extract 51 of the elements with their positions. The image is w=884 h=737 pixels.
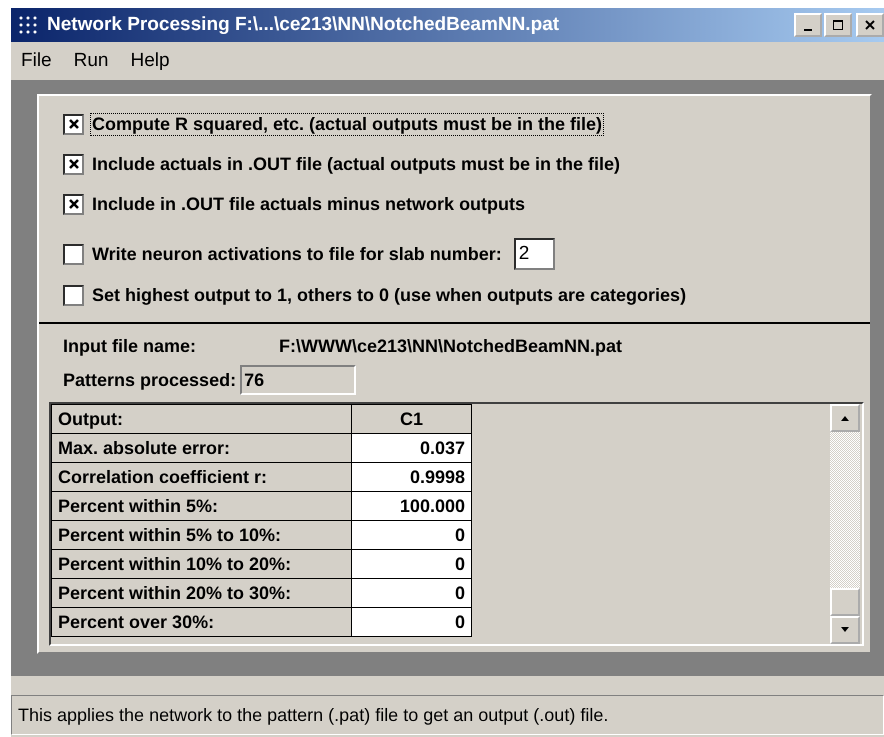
- row-header: Percent within 10% to 20%:: [52, 550, 352, 578]
- checkbox-label[interactable]: Write neuron activations to file for slab number:: [90, 242, 504, 266]
- up-arrow-icon: [839, 414, 851, 422]
- checkbox[interactable]: [63, 154, 84, 174]
- window-title: Network Processing F:\...\ce213\NN\NotchedBeamNN.pat: [47, 14, 560, 36]
- scroll-down-button[interactable]: [830, 616, 860, 644]
- table-cell: 0.9998: [352, 462, 472, 492]
- status-bar: This applies the network to the pattern (.pat) file to get an output (.out) file.: [11, 695, 884, 735]
- checkbox[interactable]: [63, 114, 84, 134]
- close-icon: [864, 19, 876, 31]
- checkbox-label[interactable]: Set highest output to 1, others to 0 (use when outputs are categories): [90, 284, 688, 306]
- scrollbar[interactable]: [830, 404, 860, 644]
- row-header: Percent over 30%:: [52, 608, 352, 636]
- row-header: Percent within 20% to 30%:: [52, 578, 352, 608]
- patterns-field: 76: [240, 365, 356, 395]
- minimize-button[interactable]: [794, 13, 822, 37]
- checkbox[interactable]: [63, 284, 84, 306]
- table-cell: 0: [352, 608, 472, 636]
- table-cell: 100.000: [352, 492, 472, 520]
- input-file-label: Input file name:: [63, 336, 198, 356]
- checkbox-label[interactable]: Include actuals in .OUT file (actual outputs must be in the file): [90, 152, 622, 176]
- cross-mark-icon: [66, 157, 80, 171]
- row-header: Percent within 5% to 10%:: [52, 520, 352, 550]
- slab-number-field[interactable]: 2: [514, 238, 555, 270]
- cross-mark-icon: [66, 197, 80, 211]
- checkbox-label[interactable]: Compute R squared, etc. (actual outputs must be in the file): [90, 112, 604, 136]
- input-file-path: F:\WWW\ce213\NN\NotchedBeamNN.pat: [279, 336, 622, 356]
- row-header: Percent within 5%:: [52, 492, 352, 520]
- scroll-up-button[interactable]: [830, 404, 860, 432]
- checkbox[interactable]: [63, 244, 84, 264]
- menu-item[interactable]: File: [21, 50, 52, 72]
- close-button[interactable]: [856, 13, 884, 37]
- maximize-button[interactable]: [824, 13, 852, 37]
- menu-item[interactable]: Help: [130, 50, 170, 72]
- maximize-icon: [832, 19, 844, 31]
- table-cell: 0: [352, 550, 472, 578]
- table-cell: 0.037: [352, 434, 472, 462]
- table-cell: 0: [352, 520, 472, 550]
- cross-mark-icon: [66, 117, 80, 131]
- column-header: C1: [352, 404, 472, 434]
- menu-item[interactable]: Run: [74, 50, 108, 72]
- checkbox[interactable]: [63, 194, 84, 214]
- patterns-label: Patterns processed:: [63, 370, 236, 390]
- down-arrow-icon: [839, 626, 851, 634]
- minimize-icon: [804, 29, 812, 31]
- table-cell: 0: [352, 578, 472, 608]
- column-header: Output:: [52, 404, 352, 434]
- row-header: Max. absolute error:: [52, 434, 352, 462]
- scroll-thumb[interactable]: [830, 588, 860, 616]
- checkbox-label[interactable]: Include in .OUT file actuals minus network outputs: [90, 192, 528, 216]
- row-header: Correlation coefficient r:: [52, 462, 352, 492]
